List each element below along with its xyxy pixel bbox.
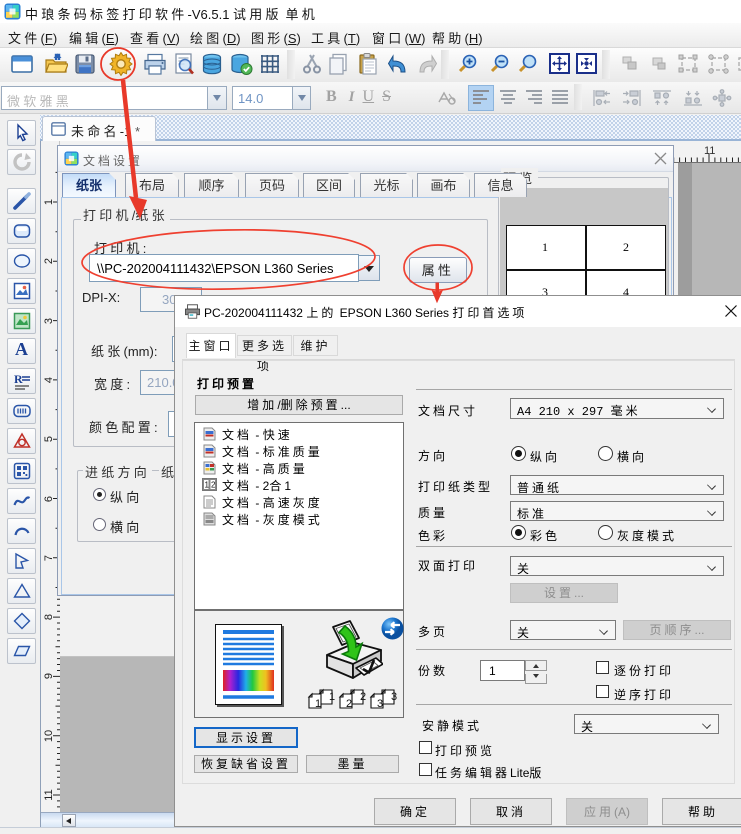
svg-text:6: 6 [43, 496, 55, 502]
svg-text:R: R [14, 372, 23, 386]
svg-text:1: 1 [315, 698, 321, 710]
svg-text:1: 1 [329, 691, 335, 703]
svg-text:1: 1 [43, 199, 55, 205]
svg-text:3: 3 [377, 698, 383, 710]
svg-text:2: 2 [346, 698, 352, 710]
svg-text:3: 3 [391, 691, 397, 703]
svg-text:1: 1 [205, 481, 210, 490]
svg-text:4: 4 [43, 377, 55, 383]
svg-text:9: 9 [43, 673, 55, 679]
svg-text:2: 2 [360, 691, 366, 703]
svg-text:7: 7 [43, 555, 55, 561]
svg-text:2: 2 [43, 258, 55, 264]
svg-text:3: 3 [43, 318, 55, 324]
svg-text:5: 5 [43, 436, 55, 442]
svg-text:2: 2 [211, 481, 216, 490]
svg-text:10: 10 [43, 730, 55, 742]
svg-text:8: 8 [43, 614, 55, 620]
svg-text:11: 11 [43, 789, 55, 800]
